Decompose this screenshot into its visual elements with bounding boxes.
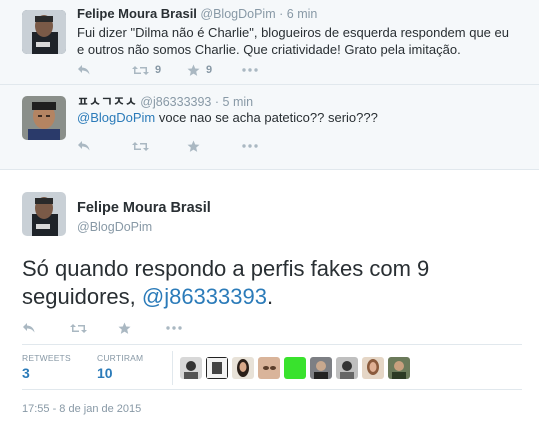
avatar[interactable] [22,192,66,236]
star-icon [187,64,200,76]
tweet-stats: RETWEETS 3 CURTIRAM 10 [22,344,522,390]
avatar[interactable] [388,357,410,379]
mention-link[interactable]: @BlogDoPim [77,110,155,125]
divider [172,351,173,385]
avatar[interactable] [336,357,358,379]
favorite-count: 9 [206,64,213,76]
more-icon [242,144,258,148]
more-button[interactable] [242,138,297,154]
favorites-count: 10 [97,365,113,381]
timestamp[interactable]: 5 min [223,95,254,109]
avatar[interactable] [310,357,332,379]
avatar[interactable] [362,357,384,379]
screenname[interactable]: @j86333393 [140,95,211,109]
tweet-body-end: . [266,284,274,309]
retweets-count: 3 [22,365,30,381]
avatar[interactable] [22,10,66,54]
retweet-button[interactable] [132,138,187,154]
more-button[interactable] [166,320,214,336]
retweet-count: 9 [155,64,162,76]
separator: · [214,95,220,109]
retweet-button[interactable] [70,320,118,336]
retweet-icon [70,323,87,333]
tweet-text: Só quando respondo a perfis fakes com 9 … [22,255,522,311]
reply-icon [78,65,90,75]
avatar[interactable] [180,357,202,379]
more-icon [242,68,258,72]
star-icon [187,140,200,152]
avatar[interactable] [22,96,66,140]
screenname[interactable]: @BlogDoPim [200,7,275,21]
reply-tweet[interactable]: ㅍㅅㄱㅈㅅ @j86333393 · 5 min @BlogDoPim voce… [0,85,539,170]
avatar[interactable] [258,357,280,379]
favorite-button[interactable]: 9 [187,62,242,78]
tweet-header: ㅍㅅㄱㅈㅅ @j86333393 · 5 min [77,91,253,110]
timestamp[interactable]: 6 min [287,7,318,21]
permalink-tweet: Felipe Moura Brasil @BlogDoPim Só quando… [0,178,539,428]
favorites-stat[interactable]: CURTIRAM 10 [97,353,143,381]
tweet-timestamp[interactable]: 17:55 - 8 de jan de 2015 [22,403,141,415]
favorites-label: CURTIRAM [97,353,144,363]
tweet-header: Felipe Moura Brasil @BlogDoPim · 6 min [77,6,317,21]
retweet-icon [132,65,149,75]
fullname[interactable]: Felipe Moura Brasil [77,200,211,216]
avatar[interactable] [284,357,306,379]
star-icon [118,322,131,334]
reply-button[interactable] [77,62,132,78]
reply-icon [78,141,90,151]
favorite-button[interactable] [118,320,166,336]
mention-link[interactable]: @j86333393 [142,284,267,309]
reply-button[interactable] [22,320,70,336]
retweets-stat[interactable]: RETWEETS 3 [22,353,71,381]
tweet-actions [77,138,297,154]
fullname[interactable]: Felipe Moura Brasil [77,6,197,21]
tweet-actions: 9 9 [77,62,297,78]
more-button[interactable] [242,62,297,78]
tweet-body: voce nao se acha patetico?? serio??? [155,110,378,125]
avatar[interactable] [232,357,254,379]
more-icon [166,326,182,330]
tweet-actions [22,320,214,336]
favorite-button[interactable] [187,138,242,154]
conversation-replies: Felipe Moura Brasil @BlogDoPim · 6 min F… [0,0,539,170]
fullname[interactable]: ㅍㅅㄱㅈㅅ [77,94,137,109]
avatar[interactable] [206,357,228,379]
tweet-text: @BlogDoPim voce nao se acha patetico?? s… [77,109,517,126]
separator: · [279,7,284,21]
retweets-label: RETWEETS [22,353,71,363]
retweet-button[interactable]: 9 [132,62,187,78]
reply-icon [23,323,35,333]
reply-button[interactable] [77,138,132,154]
reply-tweet[interactable]: Felipe Moura Brasil @BlogDoPim · 6 min F… [0,0,539,85]
retweet-icon [132,141,149,151]
tweet-text: Fui dizer "Dilma não é Charlie", bloguei… [77,25,509,57]
favoriter-avatars [180,357,414,379]
screenname[interactable]: @BlogDoPim [77,220,152,234]
